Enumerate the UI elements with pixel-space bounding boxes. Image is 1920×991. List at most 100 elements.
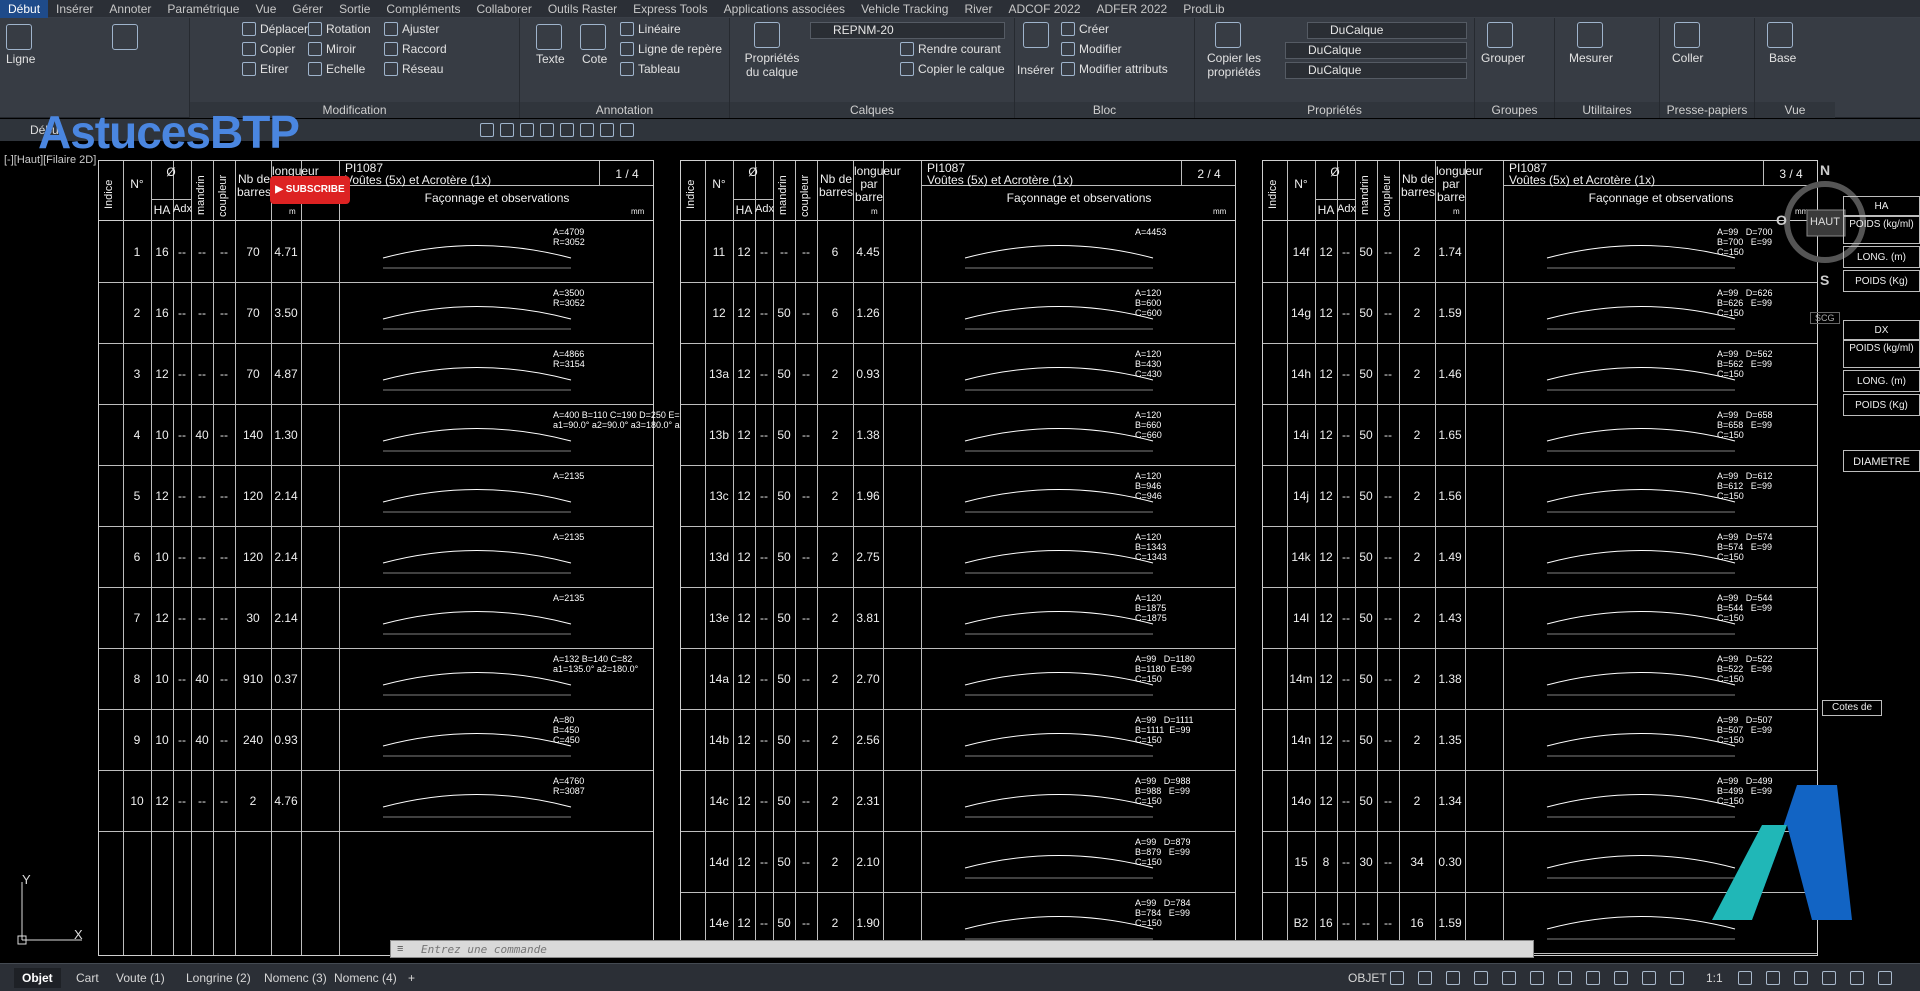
- create-block-button[interactable]: Créer: [1061, 22, 1109, 36]
- dimension-button[interactable]: Cote: [582, 52, 607, 66]
- annotation-scale[interactable]: 1:1: [1698, 968, 1731, 988]
- layout-tab-2[interactable]: Voute (1): [108, 968, 173, 988]
- bloc-title[interactable]: Bloc: [1015, 102, 1194, 118]
- fillet-button[interactable]: Raccord: [384, 42, 447, 56]
- grid-icon[interactable]: [1390, 971, 1404, 985]
- auto-scale-icon[interactable]: [1670, 971, 1684, 985]
- paste-button[interactable]: Coller: [1672, 51, 1703, 65]
- pan-icon[interactable]: [600, 123, 614, 137]
- menu-tab-12[interactable]: Vehicle Tracking: [853, 0, 956, 18]
- menu-tab-5[interactable]: Gérer: [284, 0, 331, 18]
- menu-tab-2[interactable]: Annoter: [101, 0, 159, 18]
- menu-tab-14[interactable]: ADCOF 2022: [1000, 0, 1088, 18]
- edit-attributes-button[interactable]: Modifier attributs: [1061, 62, 1168, 76]
- layout-tab-3[interactable]: Longrine (2): [178, 968, 259, 988]
- menu-icon[interactable]: [1878, 971, 1892, 985]
- menu-tab-6[interactable]: Sortie: [331, 0, 378, 18]
- paste-icon[interactable]: [1674, 22, 1700, 48]
- dimension-icon[interactable]: [580, 24, 606, 50]
- otrack-icon[interactable]: [1530, 971, 1544, 985]
- plus-icon[interactable]: [1766, 971, 1780, 985]
- layout-tab-4[interactable]: Nomenc (3): [256, 968, 335, 988]
- vue-title[interactable]: Vue: [1755, 102, 1835, 118]
- command-input[interactable]: [421, 941, 1521, 957]
- menu-tab-1[interactable]: Insérer: [48, 0, 101, 18]
- layer-properties-icon[interactable]: [754, 22, 780, 48]
- isolate-icon[interactable]: [1794, 971, 1808, 985]
- zoom-in-icon[interactable]: [560, 123, 574, 137]
- compass-west[interactable]: O: [1776, 212, 1787, 228]
- layer-properties-button[interactable]: Propriétés du calque: [742, 51, 802, 79]
- menu-tab-11[interactable]: Applications associées: [716, 0, 853, 18]
- lineweight-icon[interactable]: [1558, 971, 1572, 985]
- selection-cycling-icon[interactable]: [1614, 971, 1628, 985]
- add-layout-button[interactable]: +: [400, 968, 423, 988]
- menu-tab-13[interactable]: River: [956, 0, 1000, 18]
- base-view-button[interactable]: Base: [1769, 51, 1796, 65]
- zoom-previous-icon[interactable]: [520, 123, 534, 137]
- menu-tab-10[interactable]: Express Tools: [625, 0, 715, 18]
- trim-button[interactable]: Ajuster: [384, 22, 439, 36]
- scale-button[interactable]: Echelle: [308, 62, 365, 76]
- annotation-title[interactable]: Annotation: [520, 102, 729, 118]
- layer-dropdown[interactable]: REPNM-20: [810, 22, 1005, 39]
- ucs-dropdown[interactable]: SCG: [1810, 312, 1840, 324]
- linetype-dropdown[interactable]: DuCalque: [1285, 42, 1467, 59]
- match-properties-icon[interactable]: [1215, 22, 1241, 48]
- menu-tab-15[interactable]: ADFER 2022: [1089, 0, 1176, 18]
- make-current-button[interactable]: Rendre courant: [900, 42, 1001, 56]
- stretch-button[interactable]: Etirer: [242, 62, 289, 76]
- close-icon[interactable]: [620, 123, 634, 137]
- presse-title[interactable]: Presse-papiers: [1660, 102, 1754, 118]
- base-view-icon[interactable]: [1767, 22, 1793, 48]
- menu-tab-0[interactable]: Début: [0, 0, 49, 18]
- edit-block-button[interactable]: Modifier: [1061, 42, 1122, 56]
- mirror-button[interactable]: Miroir: [308, 42, 356, 56]
- groupes-title[interactable]: Groupes: [1475, 102, 1554, 118]
- snap-icon[interactable]: [1418, 971, 1432, 985]
- annotation-visibility-icon[interactable]: [1642, 971, 1656, 985]
- proprietes-title[interactable]: Propriétés: [1195, 102, 1474, 118]
- lineweight-dropdown[interactable]: DuCalque: [1285, 62, 1467, 79]
- line-icon[interactable]: [6, 24, 32, 50]
- rotate-button[interactable]: Rotation: [308, 22, 371, 36]
- menu-tab-3[interactable]: Paramétrique: [159, 0, 247, 18]
- compass-north[interactable]: N: [1820, 162, 1830, 178]
- utilitaires-title[interactable]: Utilitaires: [1555, 102, 1659, 118]
- text-button[interactable]: Texte: [536, 52, 565, 66]
- ortho-icon[interactable]: [1446, 971, 1460, 985]
- polyline-icon[interactable]: [112, 24, 138, 50]
- insert-button[interactable]: Insérer: [1017, 63, 1054, 77]
- menu-tab-4[interactable]: Vue: [247, 0, 284, 18]
- hardware-acceleration-icon[interactable]: [1822, 971, 1836, 985]
- linear-button[interactable]: Linéaire: [620, 22, 681, 36]
- leader-button[interactable]: Ligne de repère: [620, 42, 722, 56]
- model-space-button[interactable]: OBJET: [1340, 968, 1395, 988]
- measure-icon[interactable]: [1577, 22, 1603, 48]
- table-button[interactable]: Tableau: [620, 62, 680, 76]
- measure-button[interactable]: Mesurer: [1569, 51, 1613, 65]
- menu-tab-16[interactable]: ProdLib: [1175, 0, 1232, 18]
- menu-tab-9[interactable]: Outils Raster: [540, 0, 625, 18]
- line-button[interactable]: Ligne: [6, 52, 35, 66]
- command-line[interactable]: ≡: [390, 940, 1534, 958]
- menu-tab-8[interactable]: Collaborer: [468, 0, 539, 18]
- menu-tab-7[interactable]: Compléments: [378, 0, 468, 18]
- zoom-out-icon[interactable]: [580, 123, 594, 137]
- text-icon[interactable]: [536, 24, 562, 50]
- osnap-icon[interactable]: [1502, 971, 1516, 985]
- calques-title[interactable]: Calques: [730, 102, 1014, 118]
- zoom-all-icon[interactable]: [540, 123, 554, 137]
- viewcube-top-face[interactable]: HAUT: [1810, 216, 1840, 228]
- drawing-area[interactable]: PI1087 Voûtes (5x) et Acrotère (1x) 1 / 4F…: [0, 142, 1920, 958]
- layout-tab-1[interactable]: Cart: [68, 968, 107, 988]
- zoom-window-icon[interactable]: [480, 123, 494, 137]
- settings-icon[interactable]: [1738, 971, 1752, 985]
- clean-screen-icon[interactable]: [1850, 971, 1864, 985]
- layout-tab-5[interactable]: Nomenc (4): [326, 968, 405, 988]
- copy-button[interactable]: Copier: [242, 42, 295, 56]
- insert-icon[interactable]: [1023, 22, 1049, 48]
- transparency-icon[interactable]: [1586, 971, 1600, 985]
- group-icon[interactable]: [1487, 22, 1513, 48]
- color-dropdown[interactable]: DuCalque: [1307, 22, 1467, 39]
